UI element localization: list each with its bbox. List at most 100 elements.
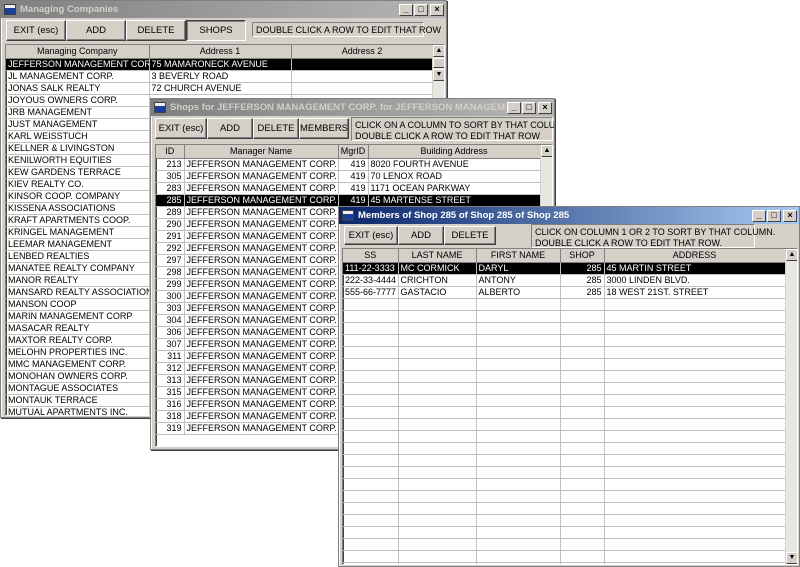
scroll-up-icon[interactable]: ▲ [541,145,552,157]
column-header[interactable]: Address 1 [149,45,292,59]
table-row[interactable]: JONAS SALK REALTY 72 CHURCH AVENUE [6,82,434,95]
shops-button[interactable]: SHOPS [186,20,246,41]
table-row[interactable]: 283 JEFFERSON MANAGEMENT CORP. 419 1171 OCE… [156,182,541,195]
table-cell [560,394,605,407]
maximize-icon[interactable]: □ [522,101,536,114]
table-cell: 297 [156,254,185,267]
table-row[interactable] [343,382,786,395]
table-cell [476,442,561,455]
table-row[interactable] [343,442,786,455]
table-row[interactable]: 222-33-4444 CRICHTON ANTONY 285 3000 LINDEN … [343,274,786,287]
table-row[interactable] [343,478,786,491]
table-row[interactable] [343,298,786,311]
table-cell: 285 [560,274,605,287]
table-row[interactable]: 285 JEFFERSON MANAGEMENT CORP. 419 45 MARTE… [156,194,541,207]
column-header[interactable]: Building Address [368,145,541,159]
table-row[interactable] [343,454,786,467]
table-cell [604,562,786,564]
table-row[interactable] [343,526,786,539]
table-row[interactable]: 213 JEFFERSON MANAGEMENT CORP. 419 8020 FOU… [156,158,541,171]
table-cell [476,418,561,431]
scroll-up-icon[interactable]: ▲ [433,45,444,57]
table-cell [343,334,399,347]
table-row[interactable] [343,346,786,359]
managing-companies-titlebar[interactable]: Managing Companies _ □ × [1,1,446,18]
table-cell: JEFFERSON MANAGEMENT CORP. [184,326,339,339]
table-row[interactable] [343,514,786,527]
column-header[interactable]: SS [343,249,399,263]
close-icon[interactable]: × [430,3,444,16]
column-header[interactable]: Manager Name [184,145,339,159]
exit-button[interactable]: EXIT (esc) [344,226,398,245]
table-cell: GASTACIO [398,286,477,299]
close-icon[interactable]: × [538,101,552,114]
table-row[interactable] [343,334,786,347]
column-header[interactable]: Address 2 [291,45,434,59]
column-header[interactable]: LAST NAME [398,249,477,263]
delete-button[interactable]: DELETE [253,118,299,139]
table-row[interactable] [343,490,786,503]
column-header[interactable]: ADDRESS [604,249,786,263]
table-cell [604,298,786,311]
vertical-scrollbar[interactable]: ▲ ▼ [785,249,797,564]
table-row[interactable]: 111-22-3333 MC CORMICK DARYL 285 45 MARTIN S… [343,262,786,275]
table-cell: 298 [156,266,185,279]
scroll-thumb[interactable] [433,58,444,68]
column-header[interactable]: Managing Company [6,45,150,59]
table-cell: JL MANAGEMENT CORP. [6,70,150,83]
table-cell [476,502,561,515]
table-row[interactable]: JEFFERSON MANAGEMENT CORP. 75 MAMARONECK … [6,58,434,71]
table-row[interactable] [343,418,786,431]
table-cell: MMC MANAGEMENT CORP. [6,358,150,371]
column-header[interactable]: ID [156,145,185,159]
table-cell [398,514,477,527]
table-row[interactable] [343,322,786,335]
shops-titlebar[interactable]: Shops for JEFFERSON MANAGEMENT CORP. for… [151,99,554,116]
table-row[interactable]: 555-66-7777 GASTACIO ALBERTO 285 18 WEST 21S… [343,286,786,299]
table-row[interactable] [343,430,786,443]
minimize-icon[interactable]: _ [399,3,413,16]
add-button[interactable]: ADD [398,226,444,245]
table-cell [398,466,477,479]
table-row[interactable] [343,538,786,551]
scroll-down-icon[interactable]: ▼ [433,69,444,81]
table-row[interactable] [343,370,786,383]
table-row[interactable] [343,358,786,371]
minimize-icon[interactable]: _ [752,209,766,222]
table-cell: 289 [156,206,185,219]
column-header[interactable]: MgrID [338,145,369,159]
table-cell [560,358,605,371]
window-title: Managing Companies [20,4,119,15]
table-cell [604,358,786,371]
members-grid: SS LAST NAME FIRST NAME SHOP ADDRESS 111-22-… [342,248,798,565]
exit-button[interactable]: EXIT (esc) [6,20,66,41]
add-button[interactable]: ADD [66,20,126,41]
table-row[interactable] [343,550,786,563]
exit-button[interactable]: EXIT (esc) [155,118,207,139]
table-cell: ALBERTO [476,286,561,299]
members-button[interactable]: MEMBERS [299,118,349,139]
column-header[interactable]: SHOP [560,249,605,263]
scroll-down-icon[interactable]: ▼ [786,552,797,564]
add-button[interactable]: ADD [207,118,253,139]
close-icon[interactable]: × [783,209,797,222]
table-row[interactable] [343,310,786,323]
scroll-up-icon[interactable]: ▲ [786,249,797,261]
table-row[interactable] [343,466,786,479]
table-row[interactable] [343,502,786,515]
members-titlebar[interactable]: Members of Shop 285 of Shop 285 of Shop … [339,207,799,224]
maximize-icon[interactable]: □ [767,209,781,222]
table-cell [398,562,477,564]
maximize-icon[interactable]: □ [414,3,428,16]
table-cell: MANSARD REALTY ASSOCIATION [6,286,150,299]
table-row[interactable]: 305 JEFFERSON MANAGEMENT CORP. 419 70 LENOX… [156,170,541,183]
table-row[interactable] [343,394,786,407]
minimize-icon[interactable]: _ [507,101,521,114]
table-row[interactable] [343,562,786,564]
table-row[interactable] [343,406,786,419]
table-row[interactable]: JL MANAGEMENT CORP. 3 BEVERLY ROAD [6,70,434,83]
column-header[interactable]: FIRST NAME [476,249,561,263]
table-cell [560,430,605,443]
delete-button[interactable]: DELETE [444,226,496,245]
delete-button[interactable]: DELETE [126,20,186,41]
